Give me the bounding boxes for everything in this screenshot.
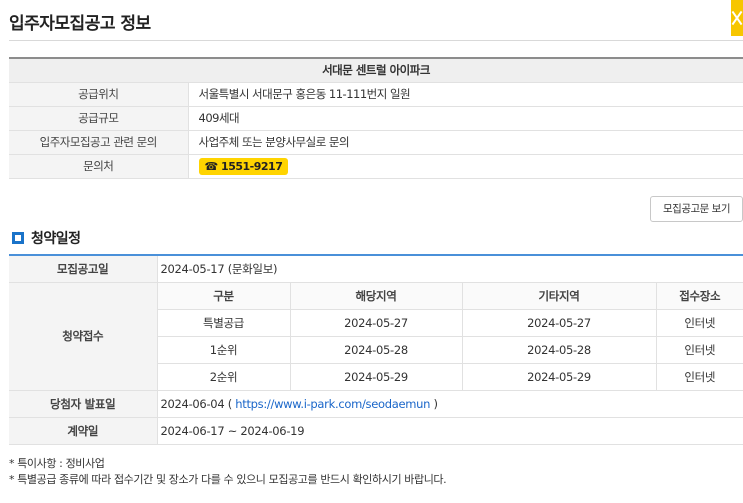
phone-number: 1551-9217 bbox=[221, 159, 283, 173]
cell-type: 특별공급 bbox=[157, 309, 291, 337]
info-value-contact: ☎ 1551-9217 bbox=[188, 154, 743, 179]
complex-name: 서대문 센트럴 아이파크 bbox=[9, 58, 743, 83]
cell-local-date: 2024-05-29 bbox=[290, 363, 463, 391]
close-paren: ) bbox=[430, 396, 438, 411]
info-label-contact: 문의처 bbox=[9, 154, 189, 179]
cell-other-date: 2024-05-28 bbox=[462, 336, 657, 364]
cell-place: 인터넷 bbox=[656, 363, 743, 391]
section-title-text: 청약일정 bbox=[31, 231, 81, 247]
contract-label: 계약일 bbox=[9, 417, 158, 445]
page-title: 입주자모집공고 정보 bbox=[9, 14, 151, 34]
info-value-location: 서울특별시 서대문구 홍은동 11-111번지 일원 bbox=[188, 82, 743, 107]
col-header-local: 해당지역 bbox=[290, 282, 463, 310]
phone-icon: ☎ bbox=[204, 159, 219, 173]
schedule-row-contract: 계약일 2024-06-17 ~ 2024-06-19 bbox=[9, 417, 743, 445]
complex-info-table: 서대문 센트럴 아이파크 공급위치 서울특별시 서대문구 홍은동 11-111번… bbox=[9, 57, 743, 179]
cell-other-date: 2024-05-27 bbox=[462, 309, 657, 337]
close-icon[interactable] bbox=[731, 0, 743, 36]
open-paren: ( bbox=[224, 396, 236, 411]
cell-local-date: 2024-05-27 bbox=[290, 309, 463, 337]
phone-badge[interactable]: ☎ 1551-9217 bbox=[198, 157, 289, 175]
reception-label: 청약접수 bbox=[9, 282, 158, 391]
winners-value: 2024-06-04 ( https://www.i-park.com/seod… bbox=[157, 390, 743, 418]
cell-local-date: 2024-05-28 bbox=[290, 336, 463, 364]
col-header-type: 구분 bbox=[157, 282, 291, 310]
col-header-place: 접수장소 bbox=[656, 282, 743, 310]
view-notice-button[interactable]: 모집공고문 보기 bbox=[650, 196, 743, 222]
col-header-other: 기타지역 bbox=[462, 282, 657, 310]
cell-type: 2순위 bbox=[157, 363, 291, 391]
contract-value: 2024-06-17 ~ 2024-06-19 bbox=[157, 417, 743, 445]
info-value-scale: 409세대 bbox=[188, 106, 743, 131]
cell-other-date: 2024-05-29 bbox=[462, 363, 657, 391]
note-special: * 특이사항 : 정비사업 bbox=[9, 457, 105, 470]
schedule-row-winners: 당첨자 발표일 2024-06-04 ( https://www.i-park.… bbox=[9, 390, 743, 418]
section-title: 청약일정 bbox=[12, 228, 81, 248]
info-label-inquiry: 입주자모집공고 관련 문의 bbox=[9, 130, 189, 155]
winners-link[interactable]: https://www.i-park.com/seodaemun bbox=[235, 397, 430, 411]
info-row: 입주자모집공고 관련 문의 사업주체 또는 분양사무실로 문의 bbox=[9, 130, 743, 155]
info-value-inquiry: 사업주체 또는 분양사무실로 문의 bbox=[188, 130, 743, 155]
winners-label: 당첨자 발표일 bbox=[9, 390, 158, 418]
info-label-location: 공급위치 bbox=[9, 82, 189, 107]
title-divider bbox=[9, 40, 743, 41]
cell-type: 1순위 bbox=[157, 336, 291, 364]
info-label-scale: 공급규모 bbox=[9, 106, 189, 131]
announce-value: 2024-05-17 (문화일보) bbox=[157, 255, 743, 283]
note-warning: * 특별공급 종류에 따라 접수기간 및 장소가 다를 수 있으니 모집공고를 … bbox=[9, 473, 447, 486]
square-bullet-icon bbox=[12, 232, 24, 244]
info-row: 문의처 ☎ 1551-9217 bbox=[9, 154, 743, 179]
info-row: 공급위치 서울특별시 서대문구 홍은동 11-111번지 일원 bbox=[9, 82, 743, 107]
notes: * 특이사항 : 정비사업 * 특별공급 종류에 따라 접수기간 및 장소가 다… bbox=[9, 456, 447, 488]
schedule-row-announce: 모집공고일 2024-05-17 (문화일보) bbox=[9, 255, 743, 283]
winners-date: 2024-06-04 bbox=[160, 396, 225, 411]
cell-place: 인터넷 bbox=[656, 309, 743, 337]
info-row: 공급규모 409세대 bbox=[9, 106, 743, 131]
cell-place: 인터넷 bbox=[656, 336, 743, 364]
announce-label: 모집공고일 bbox=[9, 255, 158, 283]
schedule-table: 모집공고일 2024-05-17 (문화일보) 청약접수 구분 해당지역 기타지… bbox=[9, 254, 743, 445]
reception-header-row: 청약접수 구분 해당지역 기타지역 접수장소 bbox=[9, 282, 743, 391]
